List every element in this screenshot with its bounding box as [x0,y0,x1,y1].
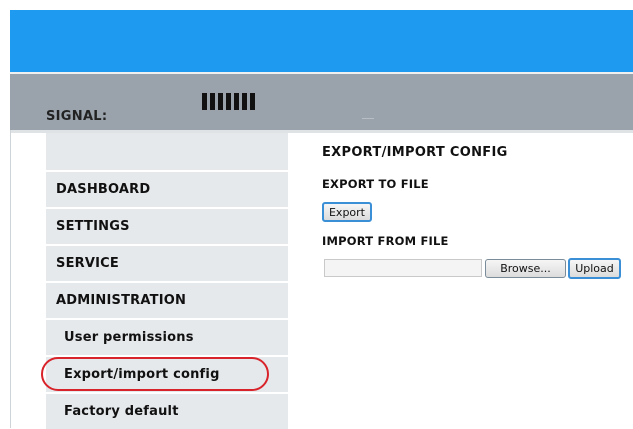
sidebar-nav: DASHBOARD SETTINGS SERVICE ADMINISTRATIO… [41,133,288,429]
import-heading: IMPORT FROM FILE [322,234,449,248]
sidebar-subitem-user-permissions[interactable]: User permissions [46,318,288,355]
signal-bar-segment [210,93,215,110]
signal-bar-segment [226,93,231,110]
sidebar-item-settings[interactable]: SETTINGS [46,207,288,244]
page-title: EXPORT/IMPORT CONFIG [322,145,508,160]
sidebar-item-service[interactable]: SERVICE [46,244,288,281]
signal-bar: SIGNAL: [10,74,633,133]
header-banner [10,10,633,72]
signal-bar-segment [234,93,239,110]
signal-label: SIGNAL: [46,109,108,124]
browse-button[interactable]: Browse... [485,259,566,278]
signal-strength-icon [202,93,255,110]
export-heading: EXPORT TO FILE [322,177,429,191]
signal-bar-segment [202,93,207,110]
sidebar-subitem-export-import-config[interactable]: Export/import config [41,355,288,392]
signal-bar-segment [242,93,247,110]
page-left-border [10,130,11,428]
upload-button[interactable]: Upload [568,258,621,279]
sidebar-item-administration[interactable]: ADMINISTRATION [46,281,288,318]
export-button[interactable]: Export [322,202,372,222]
sidebar-subitem-factory-default[interactable]: Factory default [46,392,288,429]
file-path-field[interactable] [324,259,482,277]
signal-divider [362,118,374,119]
sidebar-spacer [46,133,288,170]
signal-bar-segment [250,93,255,110]
signal-bar-segment [218,93,223,110]
sidebar-item-dashboard[interactable]: DASHBOARD [46,170,288,207]
